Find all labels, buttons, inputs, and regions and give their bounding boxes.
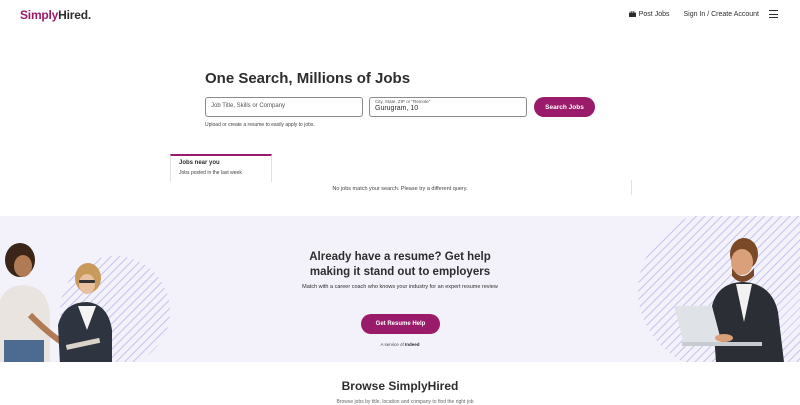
site-header: SimplyHired. Post Jobs Sign In / Create … — [0, 0, 800, 32]
post-jobs-label: Post Jobs — [638, 10, 670, 18]
get-resume-help-button[interactable]: Get Resume Help — [361, 314, 440, 334]
location-input[interactable]: City, State, ZIP or "Remote" Gurugram, 1… — [369, 97, 527, 117]
browse-subtitle: Browse jobs by title, location and compa… — [336, 399, 474, 405]
tab-title: Jobs near you — [179, 160, 220, 166]
briefcase-icon — [628, 11, 636, 17]
job-title-input[interactable]: Job Title, Skills or Company — [205, 97, 363, 117]
logo-hired: Hired. — [58, 8, 91, 22]
logo-simply: Simply — [20, 8, 59, 22]
tab-subtitle: Jobs posted in the last week — [179, 170, 242, 176]
search-jobs-button[interactable]: Search Jobs — [534, 97, 595, 117]
man-with-laptop-illustration — [674, 238, 784, 362]
no-results-message: No jobs match your search. Please try a … — [332, 186, 468, 192]
service-prefix: A service of — [380, 342, 404, 347]
hamburger-menu-icon[interactable] — [769, 10, 778, 18]
browse-title: Browse SimplyHired — [341, 379, 459, 393]
top-nav: Post Jobs Sign In / Create Account — [628, 10, 778, 18]
simplyhired-logo[interactable]: SimplyHired. — [20, 8, 91, 22]
tab-jobs-near-you[interactable]: Jobs near you Jobs posted in the last we… — [170, 154, 272, 182]
location-label: City, State, ZIP or "Remote" — [375, 99, 431, 104]
banner-subtitle: Match with a career coach who knows your… — [302, 284, 498, 290]
location-value: Gurugram, 10 — [375, 105, 419, 112]
resume-help-banner: Already have a resume? Get help making i… — [0, 216, 800, 362]
upload-resume-hint[interactable]: Upload or create a resume to easily appl… — [205, 122, 315, 128]
post-jobs-link[interactable]: Post Jobs — [628, 10, 670, 18]
indeed-logo: Indeed — [405, 342, 420, 347]
search-title: One Search, Millions of Jobs — [205, 70, 411, 87]
sign-in-link[interactable]: Sign In / Create Account — [684, 11, 760, 18]
job-title-placeholder: Job Title, Skills or Company — [211, 103, 286, 109]
